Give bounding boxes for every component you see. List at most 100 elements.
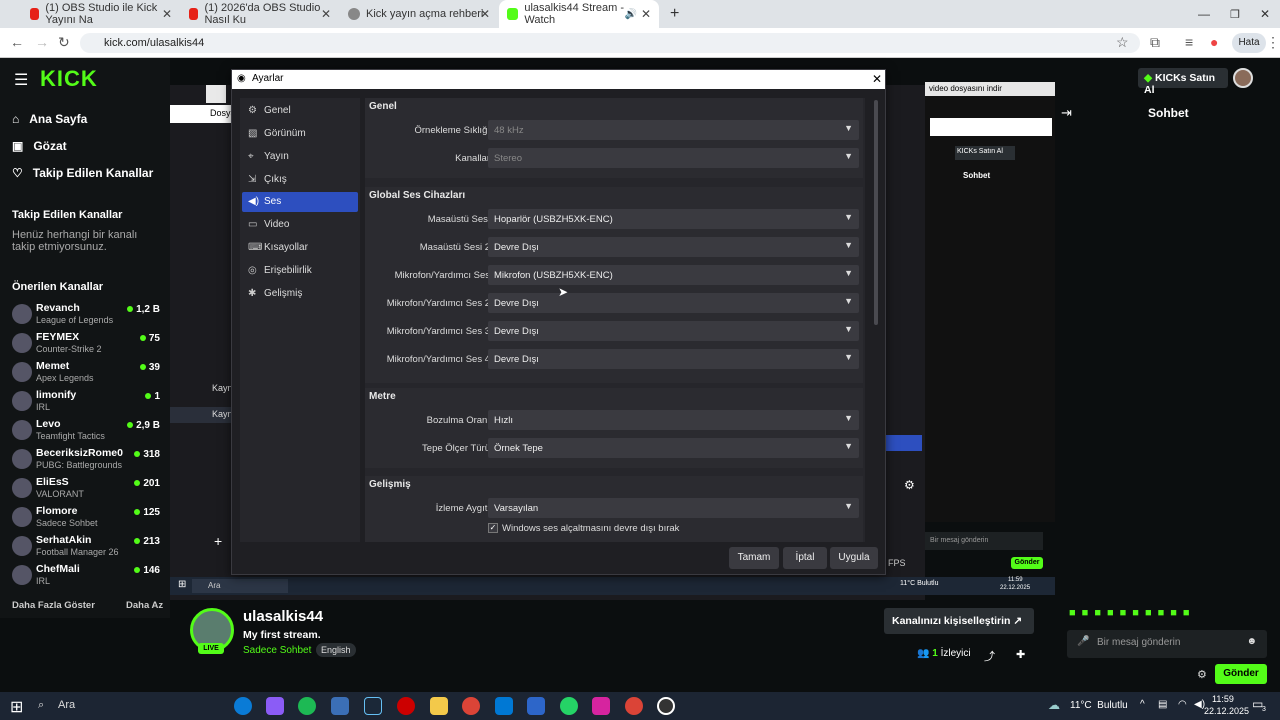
desktop-audio-select[interactable]: Hoparlör (USBZH5XK-ENC) ▼ bbox=[488, 209, 859, 229]
follow-icon[interactable]: ✚ bbox=[1016, 648, 1025, 661]
browser-tab-active[interactable]: ulasalkis44 Stream - Watch 🔊 ✕ bbox=[499, 0, 659, 28]
channel-item[interactable]: EliEsS VALORANT 201 bbox=[12, 475, 160, 503]
ok-button[interactable]: Tamam bbox=[729, 547, 779, 569]
emote-icon[interactable]: ■ bbox=[1158, 607, 1165, 621]
clock-date[interactable]: 22.12.2025 bbox=[1204, 706, 1249, 716]
chat-input[interactable]: 🎤 Bir mesaj gönderin ☻ bbox=[1067, 630, 1267, 658]
close-tab-icon[interactable]: ✕ bbox=[321, 7, 331, 21]
streamer-name[interactable]: ulasalkis44 bbox=[243, 608, 323, 625]
add-source-icon[interactable]: + bbox=[214, 533, 222, 549]
browser-tab[interactable]: Kick yayın açma rehberi ✕ bbox=[340, 0, 498, 28]
kicks-buy-button[interactable]: ◆ KICKs Satın Al bbox=[1138, 68, 1228, 96]
hamburger-icon[interactable]: ☰ bbox=[14, 70, 28, 90]
sidebar-item-audio[interactable]: ◀) Ses bbox=[242, 192, 358, 212]
restore-icon[interactable]: ❐ bbox=[1222, 0, 1248, 28]
forward-icon[interactable]: → bbox=[35, 34, 49, 50]
collapse-chat-icon[interactable]: ⇥ bbox=[1061, 105, 1072, 121]
channel-item[interactable]: ChefMali IRL 146 bbox=[12, 562, 160, 590]
outlook-icon[interactable] bbox=[495, 697, 513, 715]
channel-item[interactable]: Revanch League of Legends 1,2 B bbox=[12, 301, 160, 329]
mic-audio-2-select[interactable]: Devre Dışı ▼ bbox=[488, 293, 859, 313]
apply-button[interactable]: Uygula bbox=[830, 547, 878, 569]
sidebar-item-hotkeys[interactable]: ⌨ Kısayollar bbox=[242, 238, 358, 258]
instagram-icon[interactable] bbox=[592, 697, 610, 715]
app-icon[interactable] bbox=[527, 697, 545, 715]
scrollbar[interactable] bbox=[874, 100, 878, 325]
edge-icon[interactable] bbox=[234, 697, 252, 715]
mic-audio-4-select[interactable]: Devre Dışı ▼ bbox=[488, 349, 859, 369]
channel-item[interactable]: Levo Teamfight Tactics 2,9 B bbox=[12, 417, 160, 445]
close-dialog-icon[interactable]: ✕ bbox=[872, 72, 882, 86]
sample-rate-select[interactable]: 48 kHz ▼ bbox=[488, 120, 859, 140]
channel-item[interactable]: Flomore Sadece Sohbet 125 bbox=[12, 504, 160, 532]
emote-icon[interactable]: ■ bbox=[1170, 607, 1177, 621]
emoji-icon[interactable]: ☻ bbox=[1246, 636, 1257, 647]
channels-select[interactable]: Stereo ▼ bbox=[488, 148, 859, 168]
obs-icon[interactable] bbox=[657, 697, 675, 715]
network-icon[interactable]: ▤ bbox=[1158, 699, 1167, 710]
sidebar-item-video[interactable]: ▭ Video bbox=[242, 215, 358, 235]
emote-icon[interactable]: ■ bbox=[1132, 607, 1139, 621]
spotify-icon[interactable] bbox=[298, 697, 316, 715]
channel-item[interactable]: limonify IRL 1 bbox=[12, 388, 160, 416]
sidebar-item-appearance[interactable]: ▧ Görünüm bbox=[242, 124, 358, 144]
show-less-link[interactable]: Daha Az bbox=[126, 600, 163, 611]
emote-icon[interactable]: ■ bbox=[1183, 607, 1190, 621]
wifi-icon[interactable]: ◠ bbox=[1178, 699, 1187, 710]
channel-item[interactable]: SerhatAkin Football Manager 26 213 bbox=[12, 533, 160, 561]
menu-icon[interactable]: ⋮ bbox=[1266, 34, 1280, 51]
category-link[interactable]: Sadece Sohbet bbox=[243, 645, 311, 656]
speaker-icon[interactable]: 🔊 bbox=[625, 9, 637, 20]
media-icon[interactable]: ≡ bbox=[1185, 34, 1193, 50]
emote-icon[interactable]: ■ bbox=[1082, 607, 1089, 621]
channel-item[interactable]: BeceriksizRome0 PUBG: Battlegrounds 318 bbox=[12, 446, 160, 474]
language-tag[interactable]: English bbox=[316, 643, 356, 657]
new-tab-button[interactable]: + bbox=[662, 0, 687, 28]
emote-icon[interactable]: ■ bbox=[1069, 607, 1076, 621]
close-tab-icon[interactable]: ✕ bbox=[480, 7, 490, 21]
copilot-icon[interactable] bbox=[266, 697, 284, 715]
avatar[interactable] bbox=[1233, 68, 1253, 88]
ducking-checkbox[interactable]: ✓ Windows ses alçaltmasını devre dışı bır… bbox=[488, 523, 679, 534]
customize-channel-button[interactable]: Kanalınızı kişiselleştirin ↗ bbox=[884, 608, 1034, 634]
emote-icon[interactable]: ■ bbox=[1107, 607, 1114, 621]
weather-text[interactable]: 11°C Bulutlu bbox=[1070, 700, 1128, 711]
close-window-icon[interactable]: ✕ bbox=[1252, 0, 1278, 28]
sidebar-item-output[interactable]: ⇲ Çıkış bbox=[242, 170, 358, 190]
bookmark-star-icon[interactable]: ☆ bbox=[1116, 34, 1129, 51]
peak-meter-select[interactable]: Örnek Tepe ▼ bbox=[488, 438, 859, 458]
desktop-audio-2-select[interactable]: Devre Dışı ▼ bbox=[488, 237, 859, 257]
show-more-link[interactable]: Daha Fazla Göster bbox=[12, 600, 95, 611]
chat-settings-icon[interactable]: ⚙ bbox=[1197, 668, 1207, 681]
share-icon[interactable]: ⤴ bbox=[984, 648, 995, 664]
url-field[interactable]: kick.com/ulasalkis44 bbox=[80, 33, 1140, 53]
obs-active-control[interactable] bbox=[886, 435, 922, 451]
whatsapp-icon[interactable] bbox=[560, 697, 578, 715]
sidebar-item-accessibility[interactable]: ◎ Erişebilirlik bbox=[242, 261, 358, 281]
nav-browse[interactable]: ▣ Gözat bbox=[12, 139, 67, 153]
browser-tab[interactable]: (1) OBS Studio ile Kick Yayını Na ✕ bbox=[22, 0, 180, 28]
clock-time[interactable]: 11:59 bbox=[1212, 694, 1234, 704]
mic-audio-select[interactable]: Mikrofon (USBZH5XK-ENC) ▼ bbox=[488, 265, 859, 285]
sidebar-item-general[interactable]: ⚙ Genel bbox=[242, 101, 358, 121]
tray-chevron-icon[interactable]: ^ bbox=[1140, 699, 1145, 710]
channel-item[interactable]: FEYMEX Counter-Strike 2 75 bbox=[12, 330, 160, 358]
close-tab-icon[interactable]: ✕ bbox=[641, 7, 651, 21]
cancel-button[interactable]: İptal bbox=[783, 547, 827, 569]
sidebar-item-stream[interactable]: ⌖ Yayın bbox=[242, 147, 358, 167]
app-icon[interactable] bbox=[331, 697, 349, 715]
emote-icon[interactable]: ■ bbox=[1120, 607, 1127, 621]
error-badge[interactable]: Hata bbox=[1232, 33, 1266, 53]
nav-home[interactable]: ⌂ Ana Sayfa bbox=[12, 112, 87, 126]
settings-gear-icon[interactable]: ⚙ bbox=[904, 478, 915, 492]
nav-following[interactable]: ♡ Takip Edilen Kanallar bbox=[12, 166, 153, 180]
mic-audio-3-select[interactable]: Devre Dışı ▼ bbox=[488, 321, 859, 341]
send-button[interactable]: Gönder bbox=[1215, 664, 1267, 684]
chrome-icon[interactable] bbox=[462, 697, 480, 715]
extensions-icon[interactable]: ⧉ bbox=[1150, 34, 1160, 51]
emote-icon[interactable]: ■ bbox=[1094, 607, 1101, 621]
back-icon[interactable]: ← bbox=[10, 34, 24, 50]
chrome-icon[interactable] bbox=[625, 697, 643, 715]
close-tab-icon[interactable]: ✕ bbox=[162, 7, 172, 21]
channel-item[interactable]: Memet Apex Legends 39 bbox=[12, 359, 160, 387]
